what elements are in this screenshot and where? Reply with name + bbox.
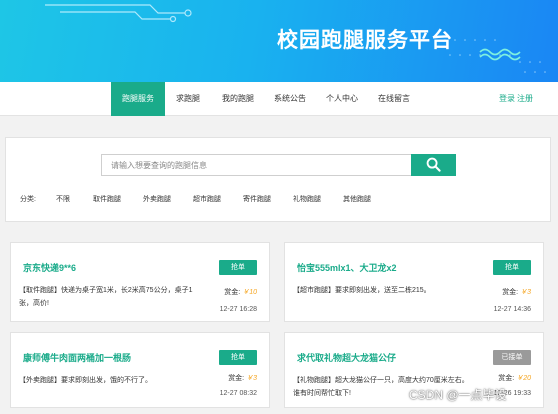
site-title: 校园跑腿服务平台 (277, 29, 453, 52)
reward-amount: ￥3 (520, 289, 531, 296)
errand-title[interactable]: 京东快递9**6 (23, 261, 76, 274)
header-banner: 校园跑腿服务平台 (0, 0, 558, 82)
filter-option-takeout[interactable]: 外卖跑腿 (143, 193, 171, 207)
errand-description: 【外卖跑腿】要求即刻出发，饿的不行了。 (19, 377, 152, 384)
filter-option-all[interactable]: 不限 (56, 193, 70, 207)
errand-title[interactable]: 怡宝555mlx1、大卫龙x2 (297, 261, 397, 274)
errand-reward: 赏金: ￥20 (498, 373, 531, 383)
errand-time: 12-27 14:36 (493, 306, 531, 313)
filter-option-other[interactable]: 其他跑腿 (343, 193, 371, 207)
reward-label: 赏金: (224, 289, 241, 296)
errand-reward: 赏金: ￥3 (502, 287, 531, 297)
errand-reward: 赏金: ￥3 (228, 373, 257, 383)
errand-card: 怡宝555mlx1、大卫龙x2 抢单 【超市跑腿】要求即刻出发，送至二栋215。… (284, 242, 544, 322)
nav-item-online-message[interactable]: 在线留言 (372, 82, 416, 116)
reward-label: 赏金: (498, 375, 515, 382)
errand-time: 12-27 16:28 (219, 306, 257, 313)
nav-item-request-errand[interactable]: 求跑腿 (168, 82, 208, 116)
nav-item-announcements[interactable]: 系统公告 (268, 82, 312, 116)
main-nav: 跑腿服务 求跑腿 我的跑腿 系统公告 个人中心 在线留言 登录 注册 (0, 82, 558, 116)
search-panel: 分类: 不限 取件跑腿 外卖跑腿 超市跑腿 寄件跑腿 礼物跑腿 其他跑腿 (5, 137, 551, 222)
nav-item-my-errands[interactable]: 我的跑腿 (216, 82, 260, 116)
grab-order-button[interactable]: 抢单 (493, 260, 531, 275)
grab-order-button[interactable]: 抢单 (219, 350, 257, 365)
errand-description: 【取件跑腿】快递为桌子宽1米，长2米高75公分，桌子1张，高价! (19, 287, 193, 307)
filter-option-gift[interactable]: 礼物跑腿 (293, 193, 321, 207)
csdn-watermark: CSDN @一点毕设 (409, 388, 507, 402)
nav-item-personal-center[interactable]: 个人中心 (320, 82, 364, 116)
reward-amount: ￥10 (242, 289, 257, 296)
errand-title[interactable]: 康师傅牛肉面两桶加一根肠 (23, 351, 131, 364)
filter-option-pickup[interactable]: 取件跑腿 (93, 193, 121, 207)
errand-card: 康师傅牛肉面两桶加一根肠 抢单 【外卖跑腿】要求即刻出发，饿的不行了。 赏金: … (10, 332, 270, 408)
errand-description: 【超市跑腿】要求即刻出发，送至二栋215。 (293, 287, 431, 294)
reward-label: 赏金: (228, 375, 245, 382)
order-taken-badge: 已接单 (493, 350, 531, 365)
search-input[interactable] (101, 154, 411, 176)
errand-title[interactable]: 求代取礼物超大龙猫公仔 (297, 351, 396, 364)
login-link[interactable]: 登录 (499, 82, 515, 116)
reward-label: 赏金: (502, 289, 519, 296)
filter-label: 分类: (20, 196, 36, 203)
nav-item-errand-service[interactable]: 跑腿服务 (111, 82, 165, 116)
filter-option-supermarket[interactable]: 超市跑腿 (193, 193, 221, 207)
reward-amount: ￥20 (516, 375, 531, 382)
reward-amount: ￥3 (246, 375, 257, 382)
errand-card: 京东快递9**6 抢单 【取件跑腿】快递为桌子宽1米，长2米高75公分，桌子1张… (10, 242, 270, 322)
search-icon (426, 157, 441, 172)
grab-order-button[interactable]: 抢单 (219, 260, 257, 275)
filter-option-send[interactable]: 寄件跑腿 (243, 193, 271, 207)
search-button[interactable] (411, 154, 456, 176)
register-link[interactable]: 注册 (517, 82, 533, 116)
errand-reward: 赏金: ￥10 (224, 287, 257, 297)
errand-time: 12-27 08:32 (219, 390, 257, 397)
